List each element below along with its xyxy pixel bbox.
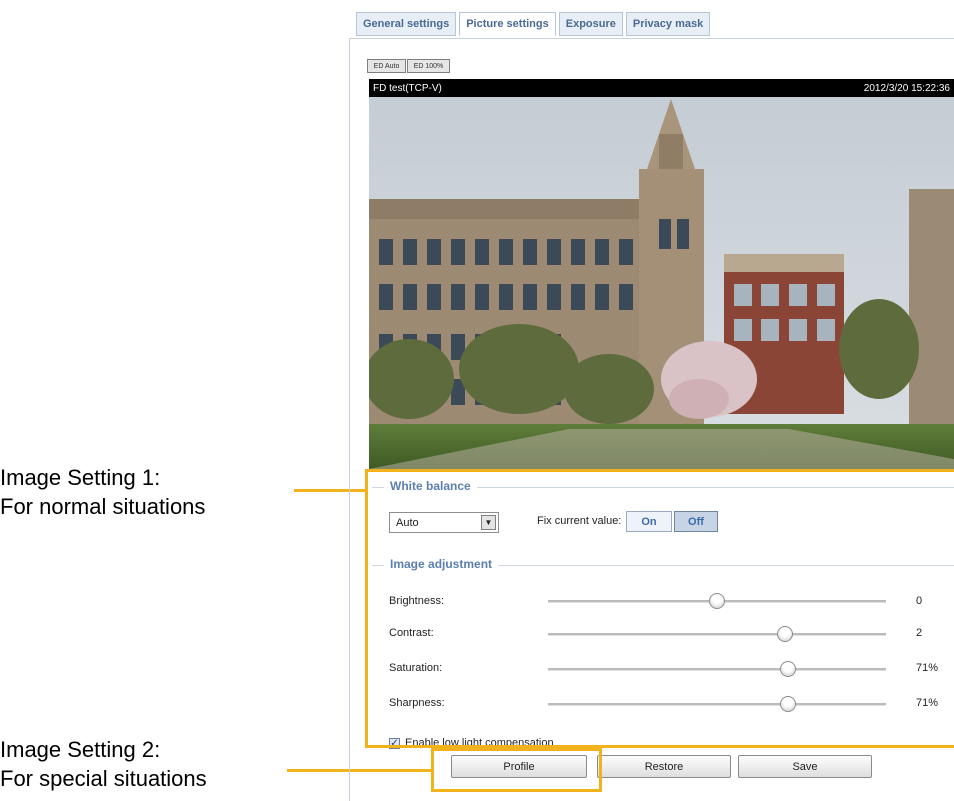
image-setting-1-highlight <box>365 469 954 748</box>
stream-name: FD test(TCP-V) <box>373 82 442 94</box>
callout-2-title: Image Setting 2: <box>0 737 161 762</box>
tab-exposure[interactable]: Exposure <box>558 12 623 36</box>
view-100-button[interactable]: ED 100% <box>407 59 450 73</box>
view-auto-button[interactable]: ED Auto <box>367 59 406 73</box>
save-button[interactable]: Save <box>738 755 872 778</box>
callout-image-setting-2: Image Setting 2: For special situations <box>0 735 207 793</box>
callout-1-title: Image Setting 1: <box>0 465 161 490</box>
callout-1-subtitle: For normal situations <box>0 494 206 519</box>
tab-general-settings[interactable]: General settings <box>356 12 457 36</box>
settings-tabs: General settings Picture settings Exposu… <box>356 12 711 38</box>
live-video-view: FD test(TCP-V) 2012/3/20 15:22:36 <box>369 79 954 469</box>
live-video-image <box>369 79 954 469</box>
restore-button[interactable]: Restore <box>597 755 731 778</box>
image-setting-2-highlight <box>431 748 602 792</box>
callout-2-subtitle: For special situations <box>0 766 207 791</box>
video-overlay-bar: FD test(TCP-V) 2012/3/20 15:22:36 <box>369 79 954 97</box>
tab-picture-settings[interactable]: Picture settings <box>459 12 556 36</box>
tab-privacy-mask[interactable]: Privacy mask <box>625 12 711 36</box>
callout-image-setting-1: Image Setting 1: For normal situations <box>0 463 205 521</box>
video-timestamp: 2012/3/20 15:22:36 <box>863 82 950 94</box>
